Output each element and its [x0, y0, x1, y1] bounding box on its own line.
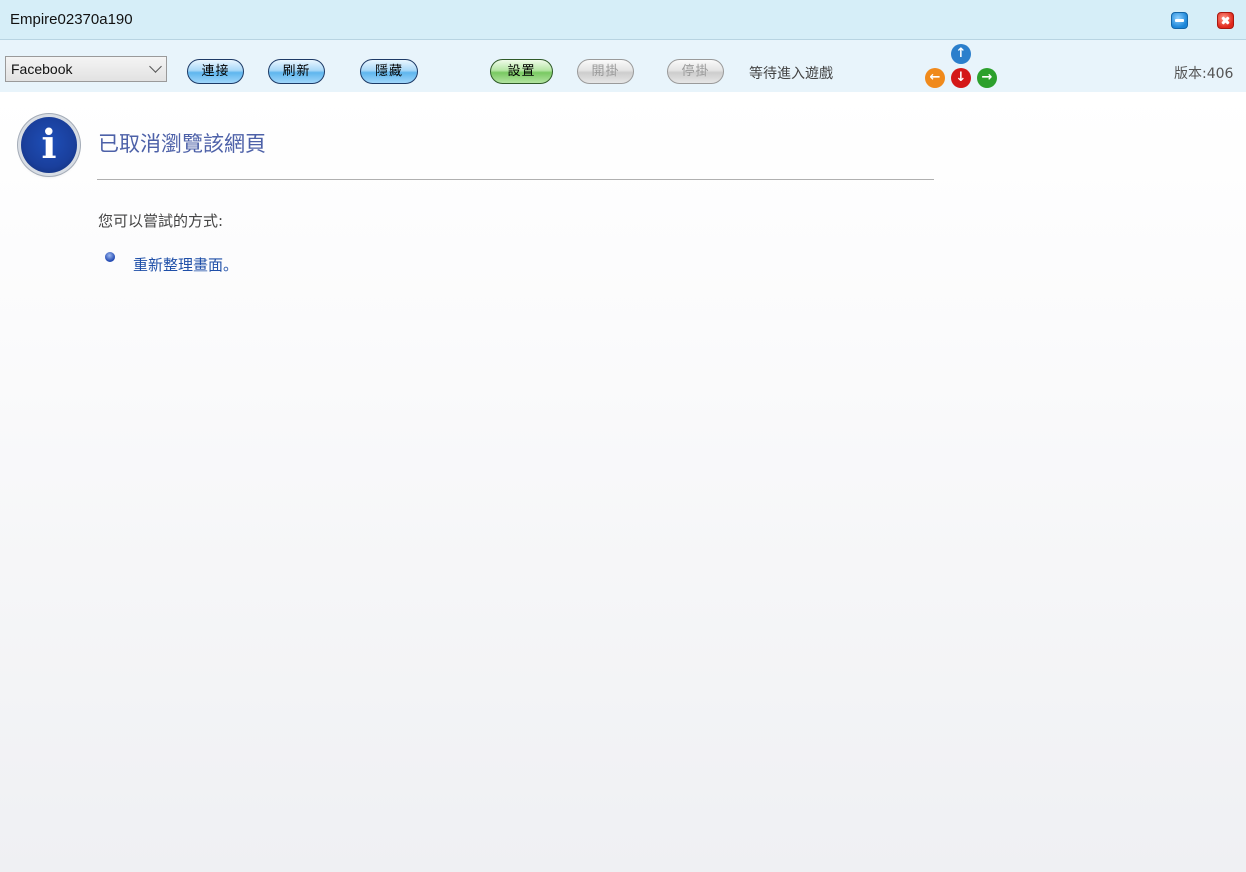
refresh-button[interactable]: 刷新: [268, 59, 325, 84]
browser-content: i 已取消瀏覽該網頁 您可以嘗試的方式: 重新整理畫面。: [0, 92, 1246, 872]
chevron-down-icon: [149, 60, 162, 73]
stop-button[interactable]: 停掛: [667, 59, 724, 84]
hide-button[interactable]: 隱藏: [360, 59, 418, 84]
right-arrow-icon[interactable]: →: [977, 68, 997, 88]
platform-select[interactable]: Facebook: [5, 56, 167, 82]
connect-button[interactable]: 連接: [187, 59, 244, 84]
app-window: Empire02370a190 Facebook 連接 刷新 隱藏 設置 開掛 …: [0, 0, 1246, 872]
minimize-icon[interactable]: [1171, 12, 1188, 29]
page-title: 已取消瀏覽該網頁: [98, 132, 266, 156]
start-button[interactable]: 開掛: [577, 59, 634, 84]
settings-button[interactable]: 設置: [490, 59, 553, 84]
suggestions-heading: 您可以嘗試的方式:: [98, 212, 224, 230]
refresh-page-link[interactable]: 重新整理畫面。: [133, 254, 238, 275]
up-arrow-icon[interactable]: ↑: [951, 44, 971, 64]
window-title: Empire02370a190: [10, 11, 133, 28]
toolbar: Facebook 連接 刷新 隱藏 設置 開掛 停掛 等待進入遊戲 ↑ ← ↓ …: [0, 40, 1246, 92]
version-label: 版本:406: [1174, 66, 1234, 82]
status-text: 等待進入遊戲: [749, 66, 833, 82]
divider: [97, 179, 934, 180]
info-icon: i: [21, 117, 77, 173]
title-bar: Empire02370a190: [0, 0, 1246, 40]
close-icon[interactable]: [1217, 12, 1234, 29]
left-arrow-icon[interactable]: ←: [925, 68, 945, 88]
bullet-icon: [105, 252, 115, 262]
platform-select-value: Facebook: [11, 61, 73, 77]
down-arrow-icon[interactable]: ↓: [951, 68, 971, 88]
